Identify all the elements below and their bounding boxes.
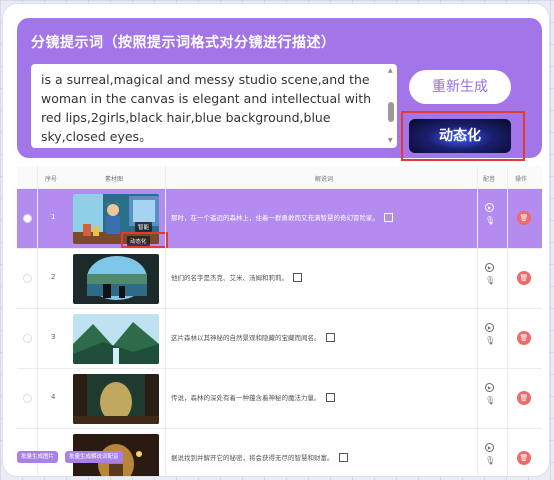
row-description[interactable]: 那时，在一个遥远的森林上，住着一群勇敢而又充满智慧的奇幻冒险家。: [171, 212, 393, 223]
row-description-text: 传说，森林的深处有着一种蕴含着神秘的魔法力量。: [171, 394, 321, 402]
table-row[interactable]: 2 他们的名字是杰克、艾米、汤姆和莉莉。 ▶ 🎙 🗑: [17, 249, 542, 309]
header-action: 操作: [515, 176, 528, 183]
batch-generate-images-button[interactable]: 批量生成图片: [17, 451, 59, 463]
main-panel: 分镜提示词（按照提示词格式对分镜进行描述） is a surreal,magic…: [3, 4, 549, 476]
row-seq: 1: [51, 213, 56, 221]
dynamic-badge[interactable]: 动态化: [127, 236, 150, 246]
storyboard-thumbnail[interactable]: [73, 314, 159, 364]
row-seq: 2: [51, 273, 56, 281]
row-description[interactable]: 据说找到并解开它的秘密，将会获得无尽的智慧和财富。: [171, 452, 348, 463]
smart-badge: 智能: [135, 222, 153, 232]
edit-icon[interactable]: [293, 272, 302, 282]
play-icon[interactable]: ▶: [485, 383, 494, 392]
row-radio[interactable]: [23, 274, 32, 283]
delete-button[interactable]: 🗑: [517, 211, 531, 225]
table-row[interactable]: 4 传说，森林的深处有着一种蕴含着神秘的魔法力量。 ▶ 🎙 🗑: [17, 369, 542, 429]
table-row[interactable]: 1 智能 动态化 那时，在一个遥远的森林上，住着一群勇敢而又充满智慧的奇幻冒险家…: [17, 189, 542, 249]
row-description[interactable]: 传说，森林的深处有着一种蕴含着神秘的魔法力量。: [171, 392, 335, 403]
row-description-text: 据说找到并解开它的秘密，将会获得无尽的智慧和财富。: [171, 454, 334, 462]
dynamic-highlight-box: 动态化: [401, 111, 525, 161]
storyboard-thumbnail[interactable]: [73, 254, 159, 304]
row-radio[interactable]: [23, 334, 32, 343]
scroll-up-icon[interactable]: ▲: [388, 68, 393, 74]
microphone-icon[interactable]: 🎙: [485, 337, 497, 345]
column-divider: [477, 166, 478, 476]
delete-button[interactable]: 🗑: [517, 271, 531, 285]
prompt-card: 分镜提示词（按照提示词格式对分镜进行描述） is a surreal,magic…: [17, 18, 542, 161]
storyboard-thumbnail[interactable]: [73, 374, 159, 424]
microphone-icon[interactable]: 🎙: [485, 397, 497, 405]
voice-controls: ▶ 🎙: [485, 383, 497, 405]
row-description[interactable]: 这片森林以其神秘的自然景观和隐藏的宝藏而闻名。: [171, 332, 335, 343]
row-dynamic-highlight: 动态化: [121, 232, 168, 248]
header-seq: 序号: [45, 176, 58, 183]
microphone-icon[interactable]: 🎙: [485, 457, 497, 465]
scroll-thumb[interactable]: [388, 102, 394, 122]
row-radio[interactable]: [23, 394, 32, 403]
edit-icon[interactable]: [325, 392, 335, 402]
row-seq: 3: [51, 333, 56, 341]
table-header: 序号 素材图 解说词 配音 操作: [17, 166, 542, 189]
header-storyboard: 素材图: [105, 176, 124, 183]
voice-controls: ▶ 🎙: [485, 323, 497, 345]
header-description: 解说词: [315, 176, 334, 183]
prompt-textarea[interactable]: is a surreal,magical and messy studio sc…: [31, 64, 397, 148]
play-icon[interactable]: ▶: [485, 443, 494, 452]
microphone-icon[interactable]: 🎙: [485, 277, 497, 285]
column-divider: [507, 166, 508, 476]
forest-light-illustration: [73, 374, 159, 424]
row-description[interactable]: 他们的名字是杰克、艾米、汤姆和莉莉。: [171, 272, 302, 283]
header-voice: 配音: [483, 176, 496, 183]
column-divider: [165, 166, 166, 476]
table-row[interactable]: 3 这片森林以其神秘的自然景观和隐藏的宝藏而闻名。 ▶ 🎙 🗑: [17, 309, 542, 369]
microphone-icon[interactable]: 🎙: [485, 217, 497, 225]
voice-controls: ▶ 🎙: [485, 263, 497, 285]
row-description-text: 那时，在一个遥远的森林上，住着一群勇敢而又充满智慧的奇幻冒险家。: [171, 214, 379, 222]
prompt-scrollbar[interactable]: ▲ ▼: [387, 68, 395, 144]
prompt-text: is a surreal,magical and messy studio sc…: [41, 72, 372, 144]
row-seq: 4: [51, 393, 56, 401]
row-description-text: 这片森林以其神秘的自然景观和隐藏的宝藏而闻名。: [171, 334, 321, 342]
valley-scene-illustration: [73, 314, 159, 364]
play-icon[interactable]: ▶: [485, 263, 494, 272]
row-radio[interactable]: [23, 214, 32, 223]
storyboard-table: 序号 素材图 解说词 配音 操作 1 智能 动态化 那时，在一个遥远的森林上，住…: [17, 166, 542, 476]
delete-button[interactable]: 🗑: [517, 331, 531, 345]
cave-scene-illustration: [73, 254, 159, 304]
play-icon[interactable]: ▶: [485, 203, 494, 212]
voice-controls: ▶ 🎙: [485, 443, 497, 465]
row-description-text: 他们的名字是杰克、艾米、汤姆和莉莉。: [171, 274, 288, 282]
edit-icon[interactable]: [338, 452, 348, 462]
column-divider: [37, 166, 38, 476]
play-icon[interactable]: ▶: [485, 323, 494, 332]
voice-controls: ▶ 🎙: [485, 203, 497, 225]
dynamic-button[interactable]: 动态化: [409, 119, 511, 153]
delete-button[interactable]: 🗑: [517, 451, 531, 465]
regenerate-button[interactable]: 重新生成: [409, 70, 511, 104]
batch-generate-voiceover-button[interactable]: 批量生成解说词配音: [65, 451, 123, 463]
edit-icon[interactable]: [325, 332, 335, 342]
delete-button[interactable]: 🗑: [517, 391, 531, 405]
prompt-title: 分镜提示词（按照提示词格式对分镜进行描述）: [31, 35, 336, 51]
scroll-down-icon[interactable]: ▼: [388, 138, 393, 144]
edit-icon[interactable]: [384, 212, 393, 222]
